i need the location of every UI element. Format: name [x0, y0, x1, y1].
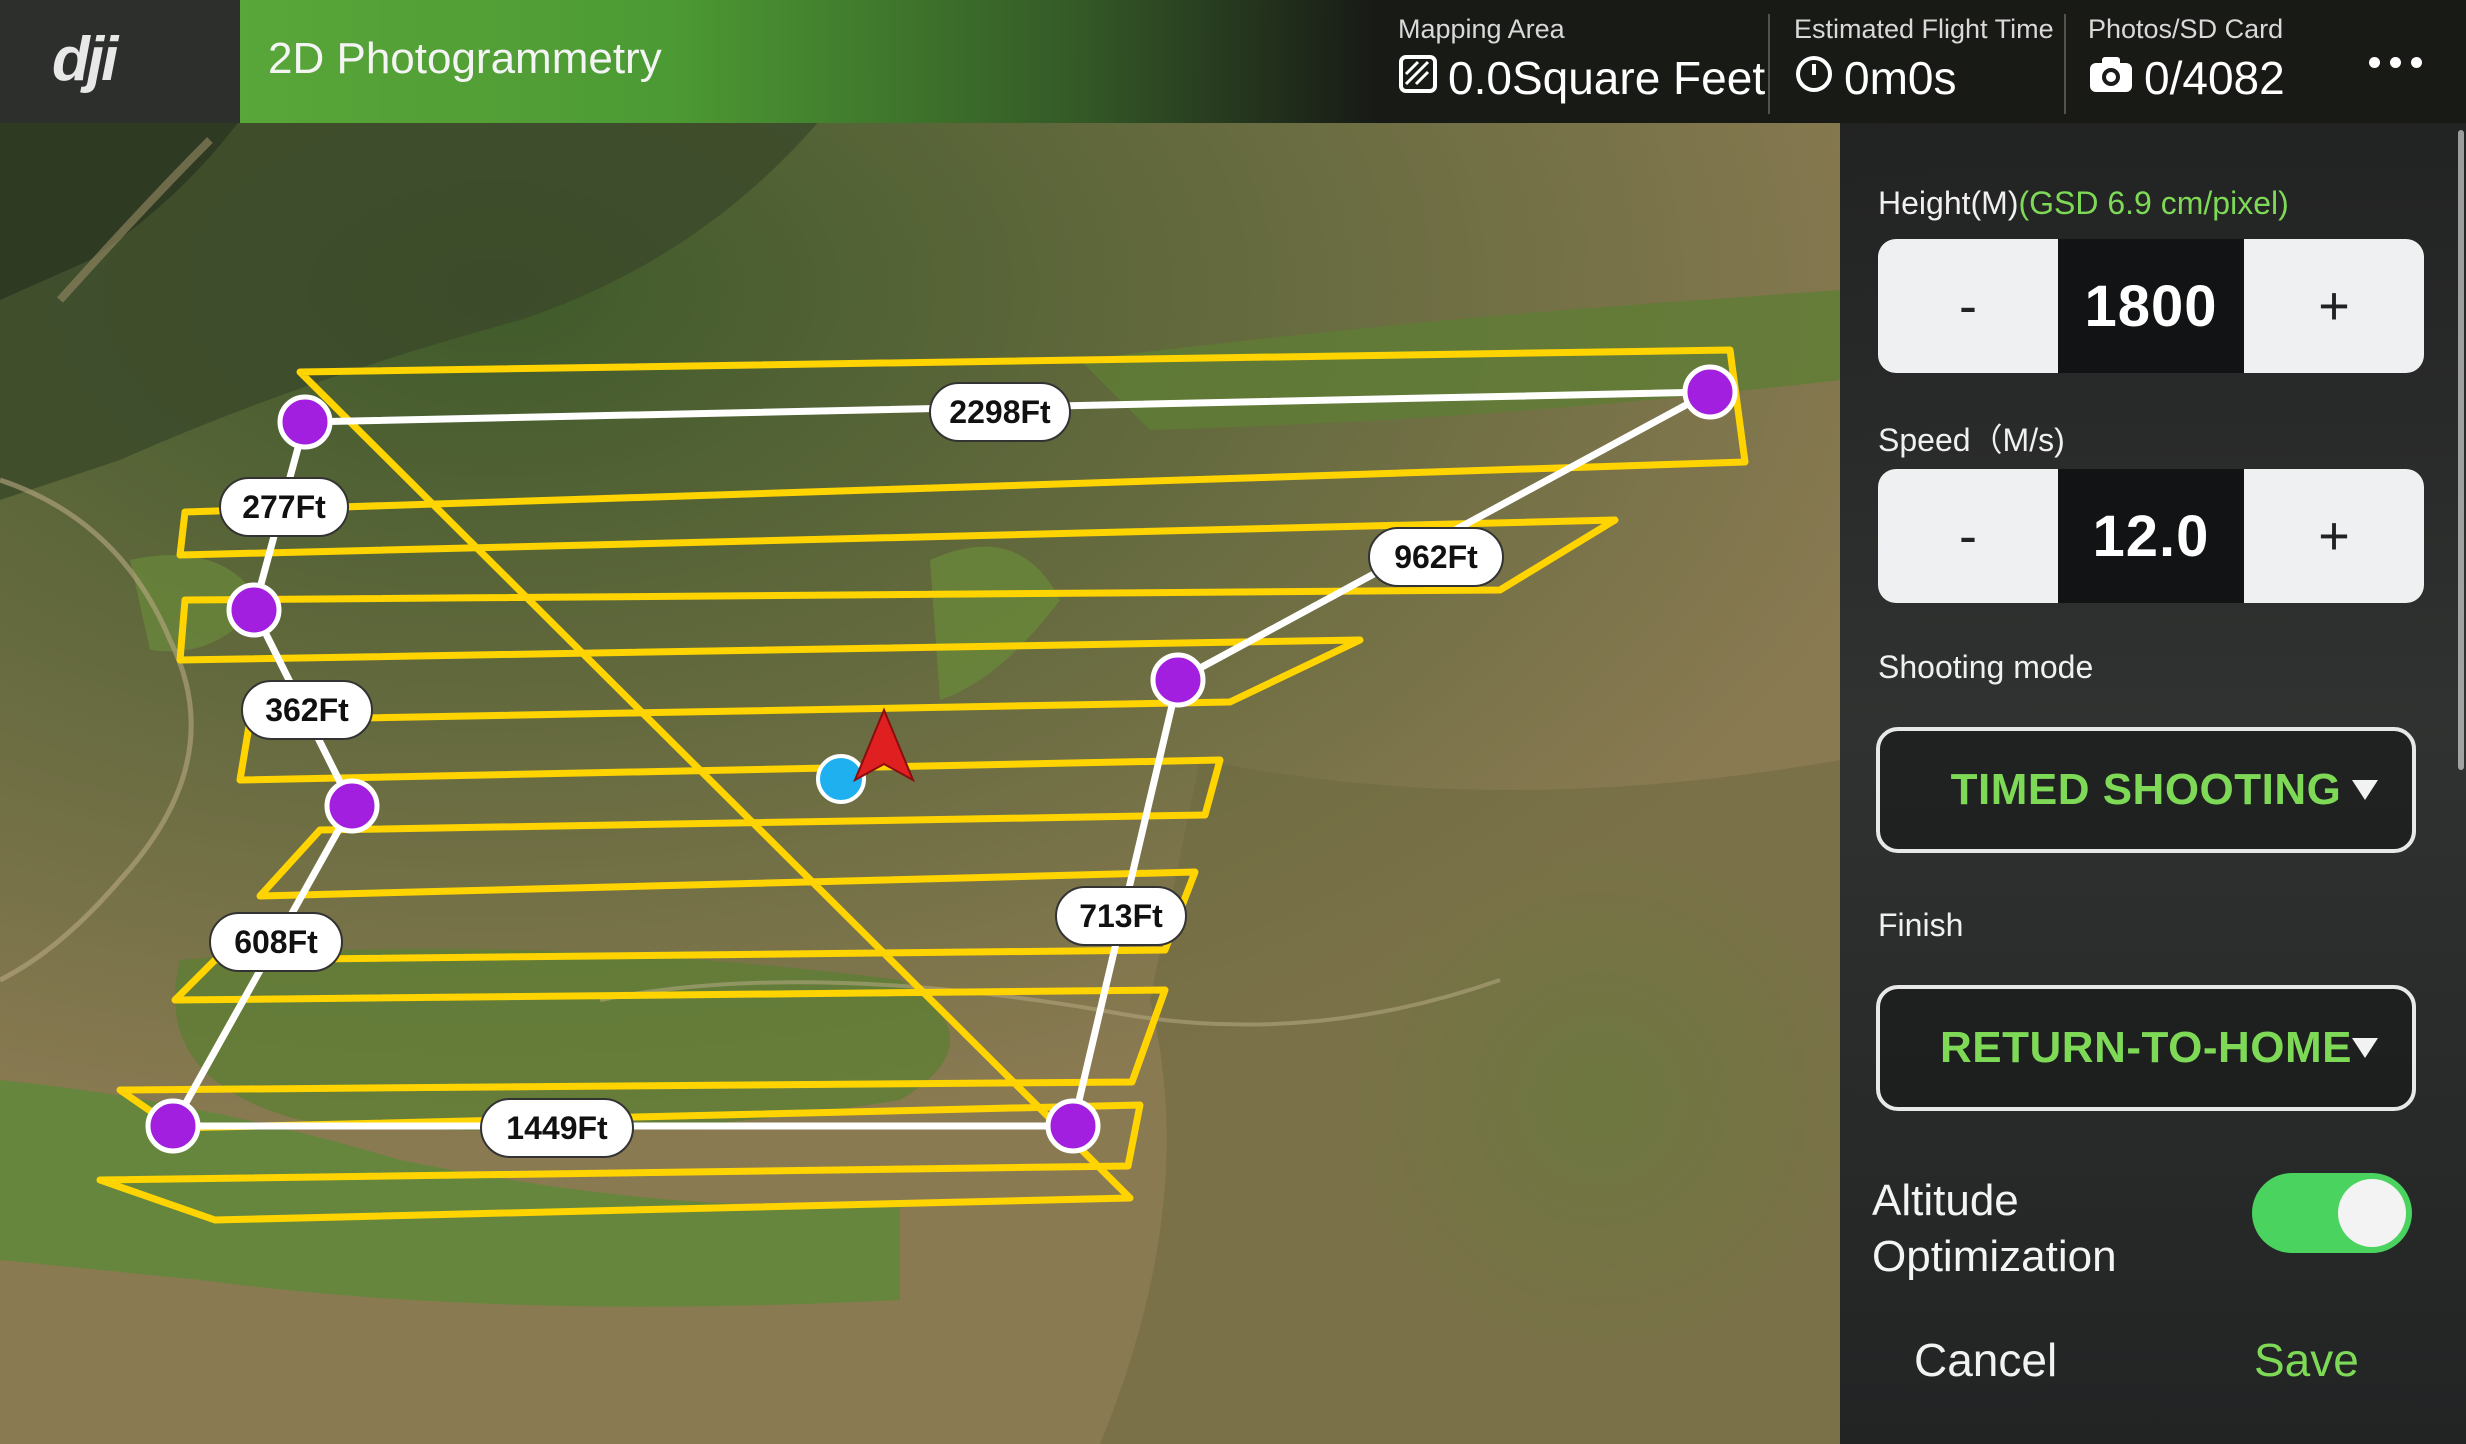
logo-area: dji: [0, 0, 240, 123]
shooting-mode-value: TIMED SHOOTING: [1950, 765, 2342, 814]
edge-label-text: 962Ft: [1394, 539, 1478, 575]
more-dots-icon[interactable]: [2350, 32, 2440, 92]
panel-scrollbar[interactable]: [2458, 130, 2464, 770]
mode-title: 2D Photogrammetry: [268, 34, 662, 83]
save-button[interactable]: Save: [2254, 1333, 2359, 1387]
speed-decrement-button[interactable]: -: [1878, 469, 2058, 603]
mapping-area-value: 0.0Square Feet: [1448, 52, 1766, 104]
waypoint[interactable]: [1682, 364, 1738, 420]
edge-label: 608Ft: [209, 912, 343, 972]
camera-icon: [2088, 51, 2134, 105]
finish-action-select[interactable]: RETURN-TO-HOME: [1876, 985, 2416, 1111]
flight-time-value: 0m0s: [1844, 52, 1957, 104]
waypoint[interactable]: [1045, 1098, 1101, 1154]
edge-label-text: 713Ft: [1079, 898, 1163, 934]
speed-value[interactable]: 12.0: [2058, 469, 2244, 603]
speed-stepper[interactable]: - 12.0 +: [1878, 469, 2424, 603]
edge-label: 962Ft: [1368, 527, 1504, 587]
top-bar: dji 2D Photogrammetry Mapping Area 0.0Sq…: [0, 0, 2466, 123]
edge-label: 713Ft: [1055, 886, 1187, 946]
finish-action-value: RETURN-TO-HOME: [1940, 1023, 2352, 1072]
speed-label: Speed（M/s): [1878, 422, 2065, 458]
settings-panel: Height(M)(GSD 6.9 cm/pixel) - 1800 + Spe…: [1840, 123, 2466, 1444]
height-stepper[interactable]: - 1800 +: [1878, 239, 2424, 373]
edge-label: 362Ft: [241, 680, 373, 740]
flight-time-label: Estimated Flight Time: [1794, 14, 2054, 44]
divider: [2064, 14, 2066, 114]
edge-label-text: 2298Ft: [949, 394, 1051, 430]
waypoint[interactable]: [277, 394, 333, 450]
mapping-area-label: Mapping Area: [1398, 14, 1565, 44]
waypoint[interactable]: [226, 582, 282, 638]
altitude-optimization-toggle[interactable]: [2252, 1173, 2412, 1253]
height-label: Height(M): [1878, 185, 2019, 221]
vegetation: [1340, 840, 1860, 1360]
photos-stat: Photos/SD Card 0/4082: [2088, 14, 2285, 105]
finish-label: Finish: [1878, 907, 1964, 943]
area-hatch-icon: [1398, 51, 1438, 105]
cancel-button[interactable]: Cancel: [1914, 1333, 2057, 1387]
waypoint[interactable]: [145, 1098, 201, 1154]
edge-label-text: 277Ft: [242, 489, 326, 525]
waypoint[interactable]: [324, 778, 380, 834]
speed-increment-button[interactable]: +: [2244, 469, 2424, 603]
edge-label: 1449Ft: [480, 1098, 634, 1158]
flight-time-stat: Estimated Flight Time 0m0s: [1794, 14, 2054, 105]
waypoint[interactable]: [1150, 652, 1206, 708]
dji-logo: dji: [52, 25, 118, 94]
edge-label: 2298Ft: [929, 382, 1071, 442]
gsd-label: (GSD 6.9 cm/pixel): [2018, 185, 2289, 221]
clock-icon: [1794, 51, 1834, 105]
edge-label-text: 608Ft: [234, 924, 318, 960]
edge-label-text: 362Ft: [265, 692, 349, 728]
height-increment-button[interactable]: +: [2244, 239, 2424, 373]
height-value[interactable]: 1800: [2058, 239, 2244, 373]
edge-label: 277Ft: [219, 477, 349, 537]
divider: [1768, 14, 1770, 114]
altitude-optimization-label: Altitude Optimization: [1872, 1176, 2117, 1281]
chevron-down-icon: [2352, 780, 2378, 800]
shooting-mode-select[interactable]: TIMED SHOOTING: [1876, 727, 2416, 853]
photos-value: 0/4082: [2144, 52, 2285, 104]
shooting-mode-label: Shooting mode: [1878, 649, 2094, 685]
chevron-down-icon: [2352, 1038, 2378, 1058]
edge-label-text: 1449Ft: [506, 1110, 608, 1146]
height-decrement-button[interactable]: -: [1878, 239, 2058, 373]
toggle-knob: [2338, 1179, 2406, 1247]
height-label-row: Height(M)(GSD 6.9 cm/pixel): [1878, 185, 2289, 222]
mapping-area-stat: Mapping Area 0.0Square Feet: [1398, 14, 1765, 105]
photos-label: Photos/SD Card: [2088, 14, 2284, 44]
